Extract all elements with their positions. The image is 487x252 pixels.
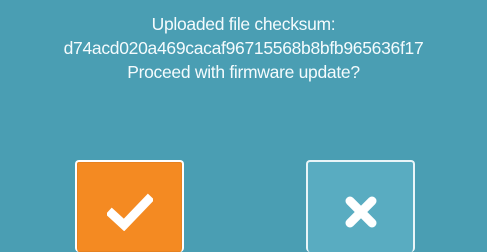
checkmark-icon xyxy=(106,193,153,231)
confirm-button[interactable] xyxy=(75,160,184,252)
checksum-value: d74acd020a469cacaf96715568b8bfb965636f17 xyxy=(63,38,424,58)
firmware-update-dialog: Uploaded file checksum: d74acd020a469cac… xyxy=(0,0,487,252)
checksum-heading: Uploaded file checksum: xyxy=(151,14,336,34)
cancel-button[interactable] xyxy=(306,160,415,252)
dialog-message: Uploaded file checksum: d74acd020a469cac… xyxy=(0,12,487,84)
close-icon xyxy=(345,196,376,228)
update-question: Proceed with firmware update? xyxy=(127,62,360,82)
